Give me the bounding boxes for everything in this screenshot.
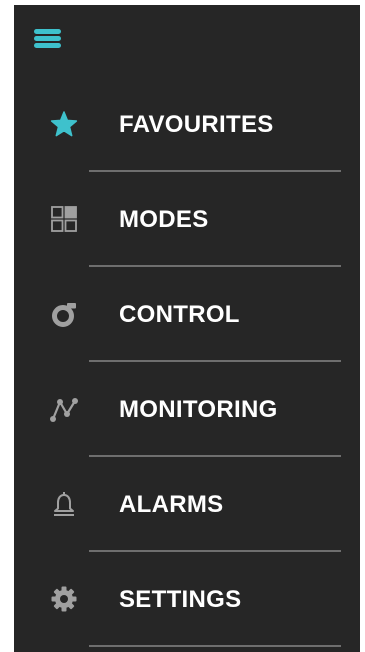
divider [89,455,341,457]
graph-icon [50,395,78,423]
bell-icon [50,490,78,518]
menu-item-label: MONITORING [119,396,278,423]
menu-item-label: MODES [119,206,209,233]
menu-item-label: SETTINGS [119,586,242,613]
menu-item-label: CONTROL [119,301,240,328]
divider [89,265,341,267]
dial-icon [50,300,78,328]
menu-item-alarms[interactable]: ALARMS [14,460,360,555]
menu-item-monitoring[interactable]: MONITORING [14,365,360,460]
menu-item-settings[interactable]: SETTINGS [14,555,360,650]
menu-item-control[interactable]: CONTROL [14,270,360,365]
menu-item-label: ALARMS [119,491,224,518]
menu-item-favourites[interactable]: FAVOURITES [14,80,360,175]
divider [89,550,341,552]
grid-icon [50,205,78,233]
nav-menu: FAVOURITES MODES CONTROL MONITORING ALAR… [14,80,360,650]
star-icon [50,110,78,138]
menu-item-modes[interactable]: MODES [14,175,360,270]
hamburger-bar [34,36,61,41]
side-menu-panel: FAVOURITES MODES CONTROL MONITORING ALAR… [14,5,360,652]
gear-icon [50,585,78,613]
divider [89,645,341,647]
hamburger-icon[interactable] [34,27,64,53]
divider [89,360,341,362]
menu-item-label: FAVOURITES [119,111,274,138]
hamburger-bar [34,43,61,48]
divider [89,170,341,172]
hamburger-bar [34,29,61,34]
